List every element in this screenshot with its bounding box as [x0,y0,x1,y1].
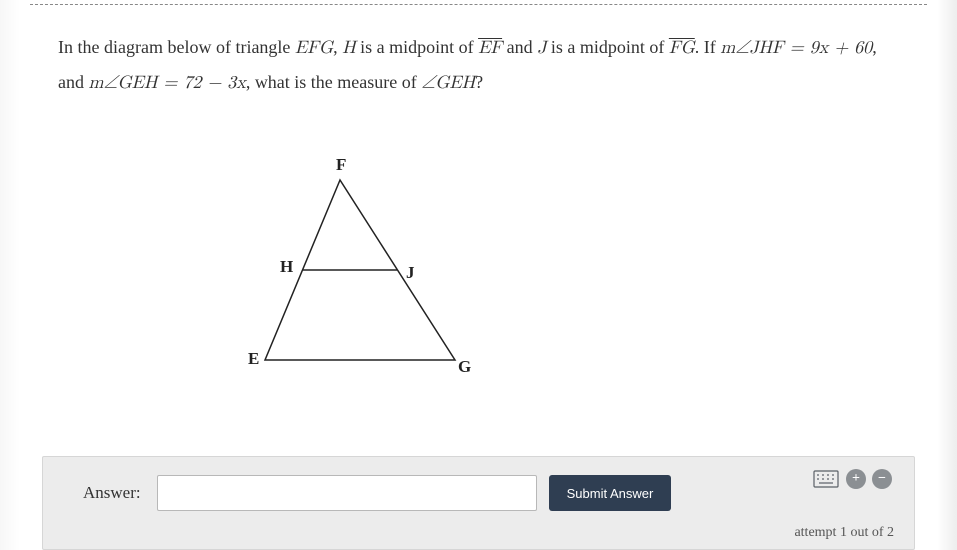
text: , what is the measure of [246,72,421,92]
section-divider [30,4,927,5]
answer-row: Answer: Submit Answer [63,475,894,511]
text: In the diagram below of triangle [58,37,295,57]
text: and [502,37,537,57]
segment-FG: FG [669,39,695,57]
plus-icon[interactable]: + [846,469,866,489]
tool-icons: + − [812,469,892,489]
vertex-label-F: F [336,155,346,175]
vertex-label-H: H [280,257,293,277]
angle-JHF-prefix: m∠JHF = [720,39,809,57]
text: , [333,37,342,57]
answer-label: Answer: [83,483,141,503]
text: is a midpoint of [356,37,479,57]
triangle-name: EFG [295,39,333,57]
angle-GEH-prefix: m∠GEH = [89,74,184,92]
answer-panel: + − Answer: Submit Answer attempt 1 out … [42,456,915,550]
problem-card: In the diagram below of triangle EFG, H … [0,0,957,550]
text: is a midpoint of [546,37,669,57]
left-shadow [0,0,20,550]
vertex-label-G: G [458,357,471,377]
angle-GEH: ∠GEH [421,74,475,92]
expr-2: 72 − 3x [183,74,245,92]
answer-input[interactable] [157,475,537,511]
diagram-svg [200,165,500,385]
vertex-label-J: J [406,263,415,283]
vertex-label-E: E [248,349,259,369]
point-H: H [342,39,356,57]
expr-1: 9x + 60 [810,39,872,57]
text: ? [475,72,483,92]
problem-statement: In the diagram below of triangle EFG, H … [58,30,897,100]
triangle-diagram: F H J E G [200,165,500,385]
minus-icon[interactable]: − [872,469,892,489]
right-shadow [937,0,957,550]
submit-button[interactable]: Submit Answer [549,475,672,511]
keyboard-icon[interactable] [812,469,840,489]
segment-EF: EF [478,39,502,57]
text: . If [695,37,721,57]
point-J: J [537,39,546,57]
attempt-counter: attempt 1 out of 2 [63,525,894,541]
